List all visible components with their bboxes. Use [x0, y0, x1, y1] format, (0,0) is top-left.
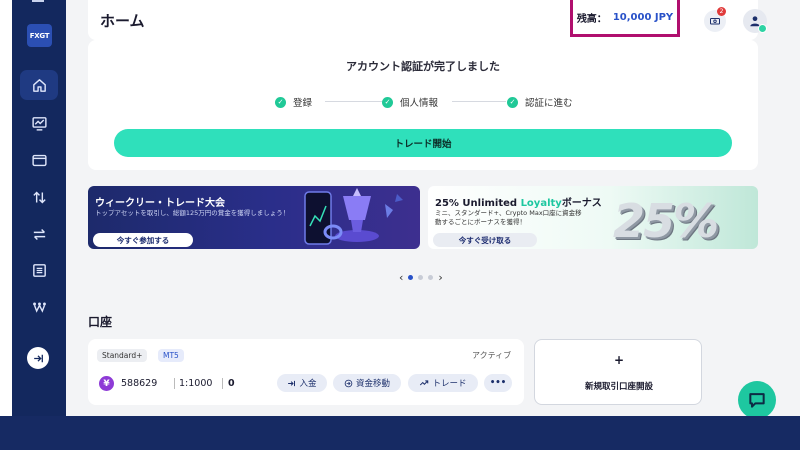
main-content: ホーム 残高： 10,000 JPY 2 アカウント認証が完了しました ✓ 登録… — [66, 0, 800, 416]
trophy-phone-icon — [304, 188, 403, 245]
account-leverage: 1:1000 — [179, 378, 213, 389]
banner-title-suffix: ボーナス — [561, 198, 602, 209]
account-balance: 0 — [228, 378, 235, 389]
platform-tag: MT5 — [158, 349, 184, 362]
bonus-button[interactable]: 2 — [704, 7, 726, 32]
brand-logo[interactable]: FXGT — [27, 24, 52, 47]
notification-badge: 2 — [717, 7, 726, 16]
user-avatar[interactable] — [743, 9, 767, 33]
step-label: 個人情報 — [400, 98, 439, 109]
page-title: ホーム — [100, 12, 145, 30]
chart-icon — [31, 116, 47, 131]
document-icon — [32, 263, 46, 277]
open-new-account-button[interactable]: + 新規取引口座開設 — [534, 339, 702, 405]
step-personal-info: ✓ 個人情報 — [382, 95, 438, 109]
carousel-controls: ‹ › — [399, 271, 443, 284]
step-divider — [452, 101, 506, 102]
account-number: 588629 — [121, 378, 158, 389]
trend-up-icon — [420, 380, 429, 386]
step-label: 認証に進む — [525, 98, 573, 109]
banner-description-line: 動するごとにボーナスを獲得！ — [435, 218, 526, 226]
sidebar-item-exchange[interactable] — [20, 219, 58, 249]
banner-description: ミニ、スタンダード+、Crypto Max口座に資金移 動するごとにボーナスを獲… — [435, 209, 582, 227]
verification-title: アカウント認証が完了しました — [346, 60, 500, 73]
step-verification: ✓ 認証に進む — [507, 95, 573, 109]
menu-icon[interactable] — [32, 0, 44, 2]
step-divider — [325, 101, 382, 102]
sidebar-item-transfer[interactable] — [20, 182, 58, 212]
trade-label: トレード — [432, 379, 467, 389]
banner-title: 25% Unlimited Loyaltyボーナス — [435, 194, 602, 209]
account-type-tag: Standard+ — [97, 349, 148, 362]
network-icon — [32, 302, 46, 313]
balance-display: 残高： 10,000 JPY — [570, 0, 680, 37]
transfer-icon — [32, 191, 46, 203]
plus-icon: + — [613, 353, 625, 367]
sidebar-item-wallet[interactable] — [20, 145, 58, 175]
transfer-funds-label: 資金移動 — [355, 379, 390, 389]
sidebar-collapse-button[interactable] — [27, 347, 49, 369]
divider — [174, 378, 175, 389]
check-icon: ✓ — [382, 96, 393, 108]
claim-now-button[interactable]: 今すぐ受け取る — [433, 233, 537, 247]
banner-title: ウィークリー・トレード大会 — [95, 198, 225, 209]
deposit-button[interactable]: 入金 — [277, 374, 327, 392]
check-icon: ✓ — [507, 96, 518, 108]
sidebar-item-network[interactable] — [20, 292, 58, 322]
bottom-bar — [0, 416, 800, 450]
transfer-funds-button[interactable]: 資金移動 — [333, 374, 401, 392]
balance-value: 10,000 JPY — [612, 11, 674, 23]
banner-title-prefix: 25% Unlimited — [435, 198, 521, 209]
banner-title-accent: Loyalty — [520, 198, 562, 209]
account-status: アクティブ — [472, 351, 512, 360]
transfer-arrow-icon — [344, 379, 353, 387]
carousel-dot[interactable] — [418, 275, 424, 280]
sidebar: FXGT — [12, 0, 66, 418]
tournament-banner[interactable]: ウィークリー・トレード大会 トップアセットを取引し、総額125万円の賞金を獲得し… — [88, 186, 420, 249]
account-card: Standard+ MT5 アクティブ ¥ 588629 1:1000 0 入金… — [88, 339, 524, 405]
home-icon — [32, 78, 46, 92]
loyalty-bonus-banner[interactable]: 25% Unlimited Loyaltyボーナス ミニ、スタンダード+、Cry… — [428, 186, 758, 249]
trade-button[interactable]: トレード — [408, 374, 478, 392]
sidebar-item-analytics[interactable] — [20, 108, 58, 138]
step-label: 登録 — [293, 98, 313, 109]
start-trading-button[interactable]: トレード開始 — [114, 129, 732, 157]
sidebar-item-home[interactable] — [20, 70, 58, 100]
join-now-button[interactable]: 今すぐ参加する — [93, 233, 193, 247]
carousel-prev-icon[interactable]: ‹ — [399, 271, 403, 284]
exchange-icon — [33, 228, 45, 240]
sidebar-item-documents[interactable] — [20, 255, 58, 285]
verification-card: アカウント認証が完了しました ✓ 登録 ✓ 個人情報 ✓ 認証に進む トレード開… — [88, 40, 758, 170]
header-bar: ホーム 残高： 10,000 JPY 2 — [88, 0, 767, 40]
deposit-icon — [288, 380, 296, 386]
check-icon: ✓ — [275, 96, 286, 108]
verified-icon — [758, 24, 767, 33]
banner-description-line: ミニ、スタンダード+、Crypto Max口座に資金移 — [435, 209, 582, 217]
yen-currency-icon: ¥ — [99, 376, 114, 391]
open-new-account-label: 新規取引口座開設 — [584, 382, 653, 392]
carousel-dot[interactable] — [408, 275, 414, 280]
bonus-icon — [710, 18, 720, 25]
step-registration: ✓ 登録 — [275, 95, 312, 109]
wallet-icon — [31, 154, 47, 166]
chat-support-button[interactable] — [738, 381, 776, 416]
divider — [222, 378, 223, 389]
collapse-arrow-icon — [33, 354, 43, 362]
accounts-section-title: 口座 — [88, 315, 113, 329]
balance-label: 残高： — [576, 13, 607, 25]
carousel-next-icon[interactable]: › — [438, 271, 442, 284]
deposit-label: 入金 — [299, 379, 317, 389]
carousel-dot[interactable] — [428, 275, 434, 280]
25-percent-art: 25% — [613, 194, 719, 248]
banner-description: トップアセットを取引し、総額125万円の賞金を獲得しましょう！ — [95, 209, 290, 217]
more-options-button[interactable]: ••• — [484, 374, 512, 392]
chat-icon — [749, 393, 765, 408]
